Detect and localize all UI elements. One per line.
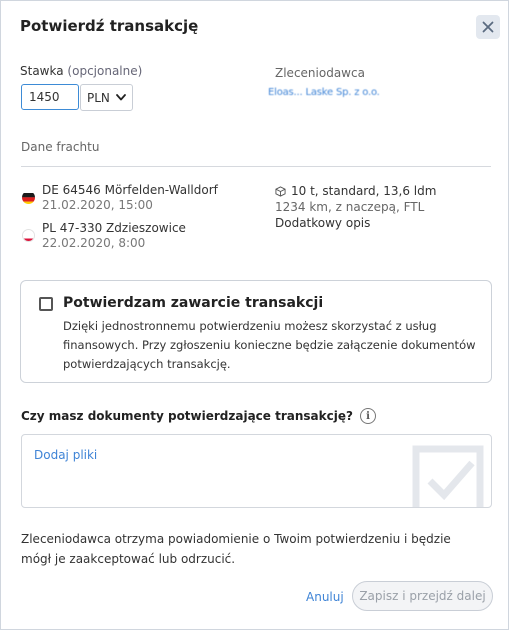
file-upload-area[interactable]: Dodaj pliki — [21, 434, 492, 508]
confirm-transaction-dialog: Potwierdź transakcję Stawka (opcjonalne)… — [0, 0, 509, 630]
confirm-transaction-checkbox[interactable] — [39, 297, 53, 311]
stop-loading: DE 64546 Mörfelden-Walldorf 21.02.2020, … — [42, 183, 218, 213]
close-button[interactable] — [476, 15, 500, 39]
rate-optional-hint: (opcjonalne) — [67, 64, 143, 78]
documents-question-text: Czy masz dokumenty potwierdzające transa… — [21, 409, 353, 423]
documents-question: Czy masz dokumenty potwierdzające transa… — [21, 408, 376, 424]
stop-address: DE 64546 Mörfelden-Walldorf — [42, 183, 218, 197]
rate-label: Stawka (opcjonalne) — [20, 64, 142, 78]
stop-date: 22.02.2020, 8:00 — [42, 236, 146, 250]
confirm-transaction-title[interactable]: Potwierdzam zawarcie transakcji — [63, 295, 323, 311]
chevron-down-icon — [116, 94, 126, 101]
currency-select[interactable]: PLN — [80, 84, 133, 111]
package-icon — [275, 185, 286, 197]
confirm-transaction-panel: Potwierdzam zawarcie transakcji Dzięki j… — [20, 280, 492, 383]
cargo-info: 10 t, standard, 13,6 ldm 1234 km, z nacz… — [275, 183, 436, 231]
cancel-button[interactable]: Anuluj — [306, 590, 344, 604]
info-icon[interactable]: i — [359, 408, 376, 424]
germany-flag-icon — [22, 191, 35, 204]
document-check-icon — [412, 445, 484, 507]
cargo-summary: 10 t, standard, 13,6 ldm — [291, 184, 437, 198]
poland-flag-icon — [22, 229, 35, 242]
principal-label: Zleceniodawca — [275, 66, 365, 80]
confirm-transaction-description: Dzięki jednostronnemu potwierdzeniu może… — [63, 319, 476, 371]
close-icon — [482, 21, 494, 33]
notice-text: Zleceniodawca otrzyma powiadomienie o Tw… — [21, 532, 451, 566]
add-files-link[interactable]: Dodaj pliki — [34, 448, 97, 462]
freight-section-label: Dane frachtu — [21, 140, 100, 154]
rate-label-text: Stawka — [20, 64, 64, 78]
stop-address: PL 47-330 Zdzieszowice — [42, 221, 186, 235]
principal-name-link[interactable]: Eloas... Laske Sp. z o.o. — [268, 87, 380, 98]
stop-date: 21.02.2020, 15:00 — [42, 198, 153, 212]
rate-amount-input[interactable] — [21, 84, 79, 110]
dialog-title: Potwierdź transakcję — [20, 17, 199, 35]
stop-unloading: PL 47-330 Zdzieszowice 22.02.2020, 8:00 — [42, 221, 186, 251]
cargo-details: 1234 km, z naczepą, FTL — [275, 200, 425, 214]
section-divider — [21, 166, 491, 167]
cargo-extra-description: Dodatkowy opis — [275, 216, 371, 230]
save-and-continue-button[interactable]: Zapisz i przejdź dalej — [352, 581, 493, 611]
currency-value: PLN — [87, 90, 110, 105]
